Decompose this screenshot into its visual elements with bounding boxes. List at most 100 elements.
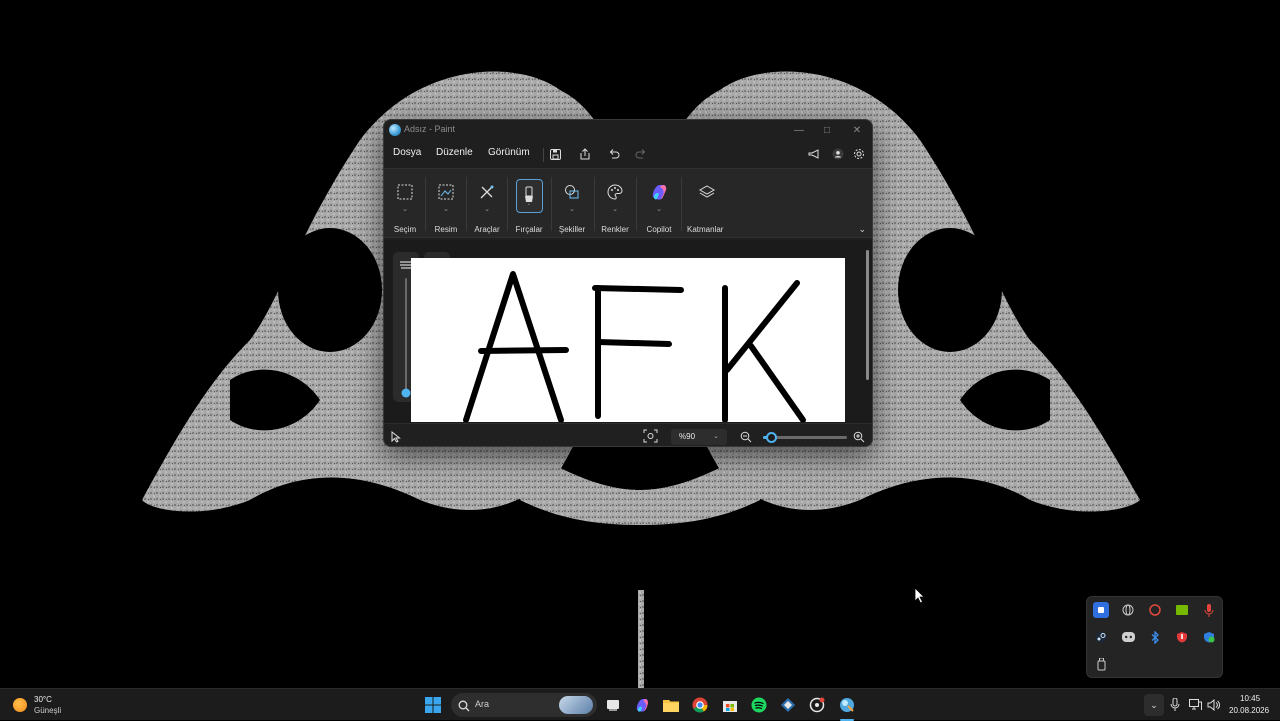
weather-temperature[interactable]: 30°C (34, 695, 52, 704)
tray-discord-icon[interactable] (1120, 629, 1136, 645)
tray-globe-icon[interactable] (1120, 602, 1136, 618)
account-icon[interactable] (831, 147, 845, 161)
taskbar-file-explorer[interactable] (660, 694, 682, 716)
announcement-icon[interactable] (807, 147, 821, 161)
shapes-icon (559, 179, 585, 205)
paint-app-icon (389, 124, 401, 136)
tray-bluetooth-icon[interactable] (1147, 629, 1163, 645)
minimize-button[interactable]: — (784, 120, 814, 140)
chevron-down-icon: ⌄ (713, 433, 719, 440)
maximize-button[interactable]: □ (812, 120, 842, 140)
task-view-icon (607, 700, 619, 711)
save-icon[interactable] (548, 147, 562, 161)
search-highlight-icon (559, 696, 593, 714)
copilot-icon (646, 179, 672, 205)
folder-icon (663, 700, 679, 712)
tray-microphone-icon[interactable] (1201, 602, 1217, 618)
weather-description[interactable]: Güneşli (34, 706, 61, 715)
show-hidden-icons-button[interactable]: ⌄ (1144, 694, 1164, 716)
clock-date[interactable]: 20.08.2026 (1229, 706, 1269, 715)
clock-time[interactable]: 10:45 (1240, 694, 1260, 703)
tray-steam-icon[interactable] (1093, 629, 1109, 645)
tool-katmanlar[interactable]: Katmanlar (687, 175, 723, 237)
settings-gear-icon[interactable] (852, 147, 866, 161)
taskbar-copilot[interactable] (631, 694, 653, 716)
desktop: Adsız - Paint — □ ✕ Dosya Düzenle Görünü… (0, 0, 1280, 688)
tray-steelseries-icon[interactable] (1147, 602, 1163, 618)
taskbar-chrome[interactable] (689, 694, 711, 716)
taskbar-store[interactable] (719, 694, 741, 716)
zoom-out-icon[interactable] (740, 430, 752, 446)
selection-icon (392, 179, 418, 205)
microphone-icon[interactable] (1170, 697, 1180, 717)
image-icon (433, 179, 459, 205)
tool-renkler[interactable]: ⌄ Renkler (601, 175, 629, 237)
chrome-icon (692, 697, 708, 713)
ribbon-toolbar: ⌄ Seçim ⌄ Resim ⌄ Araçlar ⌄ Fırçalar ⌄ Ş… (384, 168, 872, 238)
tray-app-icon-blue[interactable] (1093, 602, 1109, 618)
game-app-icon (781, 698, 795, 712)
fit-screen-icon[interactable] (643, 429, 658, 446)
drawing-canvas[interactable] (411, 258, 845, 422)
chevron-down-icon: ⌄ (443, 206, 449, 213)
zoom-slider-thumb[interactable] (765, 432, 777, 443)
tool-label: Renkler (601, 225, 629, 234)
status-bar: %90 ⌄ (384, 423, 872, 446)
zoom-slider[interactable] (763, 432, 847, 443)
close-button[interactable]: ✕ (842, 120, 872, 140)
task-view-button[interactable] (602, 694, 624, 716)
ribbon-divider (425, 177, 426, 231)
tool-copilot[interactable]: ⌄ Copilot (646, 175, 672, 237)
tool-label: Copilot (646, 225, 672, 234)
pointer-icon (391, 430, 401, 446)
zoom-select[interactable]: %90 ⌄ (671, 429, 727, 445)
store-icon (723, 701, 737, 712)
zoom-in-icon[interactable] (853, 430, 865, 446)
tool-fircalar[interactable]: ⌄ Fırçalar (515, 175, 543, 237)
canvas-workspace (384, 240, 872, 423)
start-button[interactable] (422, 694, 444, 716)
tool-label: Resim (434, 225, 458, 234)
share-icon[interactable] (578, 147, 592, 161)
menu-duzenle[interactable]: Düzenle (436, 147, 473, 158)
ribbon-divider (681, 177, 682, 231)
menu-bar: Dosya Düzenle Görünüm (384, 142, 872, 166)
tool-label: Katmanlar (687, 225, 724, 234)
tray-overflow-flyout (1086, 596, 1223, 678)
vertical-scrollbar[interactable] (866, 244, 870, 414)
taskbar: 30°C Güneşli Ara ⌄ 10:45 20.08.2026 (0, 688, 1280, 721)
menu-dosya[interactable]: Dosya (393, 147, 421, 158)
paint-window: Adsız - Paint — □ ✕ Dosya Düzenle Görünü… (383, 119, 873, 447)
tool-label: Araçlar (474, 225, 500, 234)
redo-icon[interactable] (634, 147, 648, 161)
palette-icon (602, 179, 628, 205)
menu-gorunum[interactable]: Görünüm (488, 147, 530, 158)
taskbar-game-app[interactable] (777, 694, 799, 716)
ribbon-expand-chevron-icon[interactable]: ⌄ (858, 224, 866, 235)
spotify-icon (751, 697, 767, 713)
ribbon-divider (594, 177, 595, 231)
weather-sun-icon[interactable] (13, 698, 27, 712)
taskbar-paint[interactable] (836, 694, 858, 716)
tray-usb-icon[interactable] (1093, 656, 1109, 672)
layers-icon (694, 179, 720, 205)
network-icon[interactable] (1189, 698, 1202, 716)
tool-araclar[interactable]: ⌄ Araçlar (474, 175, 500, 237)
title-bar[interactable]: Adsız - Paint — □ ✕ (384, 120, 872, 140)
tray-nvidia-icon[interactable] (1174, 602, 1190, 618)
taskbar-spotify[interactable] (748, 694, 770, 716)
tool-sekiller[interactable]: ⌄ Şekiller (559, 175, 585, 237)
window-title: Adsız - Paint (404, 124, 456, 134)
tool-label: Şekiller (558, 225, 586, 234)
undo-icon[interactable] (607, 147, 621, 161)
chevron-down-icon: ⌄ (402, 206, 408, 213)
paint-icon (840, 698, 854, 712)
taskbar-steelseries[interactable] (806, 694, 828, 716)
tool-resim[interactable]: ⌄ Resim (433, 175, 459, 237)
tray-shield-alert-icon[interactable] (1174, 629, 1190, 645)
taskbar-search[interactable]: Ara (451, 693, 597, 717)
volume-icon[interactable] (1207, 698, 1220, 716)
tray-security-icon[interactable] (1201, 629, 1217, 645)
afk-drawing (463, 271, 806, 422)
tool-secim[interactable]: ⌄ Seçim (392, 175, 418, 237)
